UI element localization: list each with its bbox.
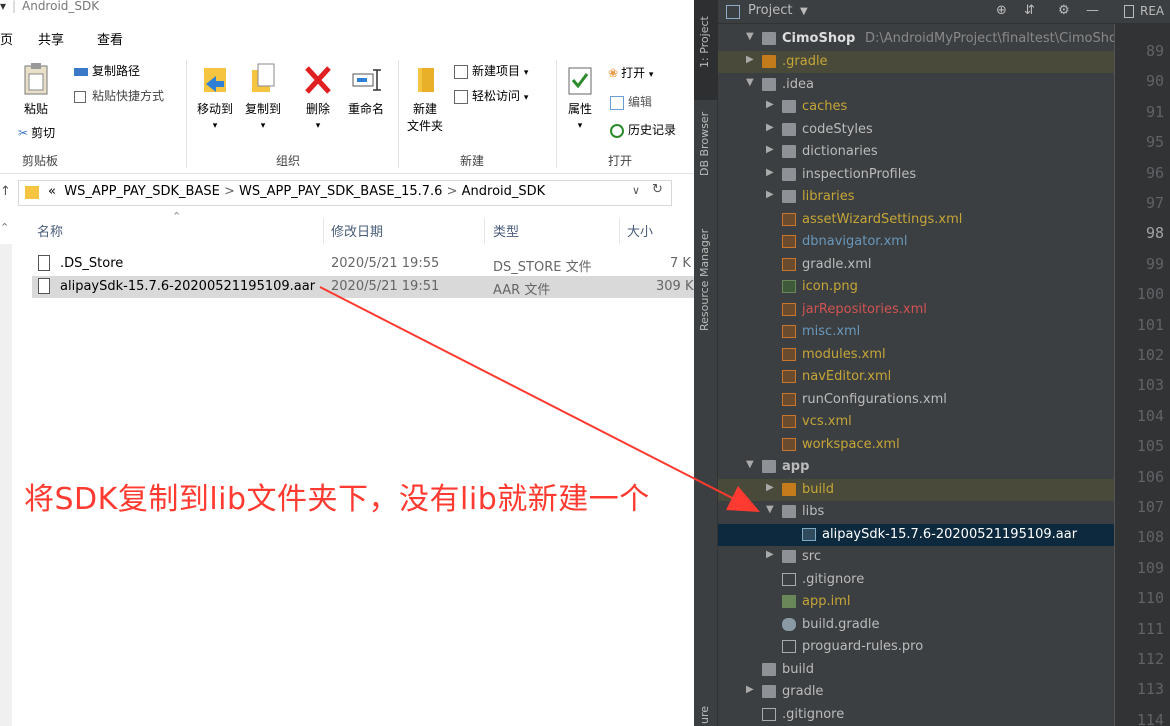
arrow-head [726, 486, 760, 512]
arrow-line [319, 286, 743, 504]
annotation-arrow [319, 286, 760, 512]
